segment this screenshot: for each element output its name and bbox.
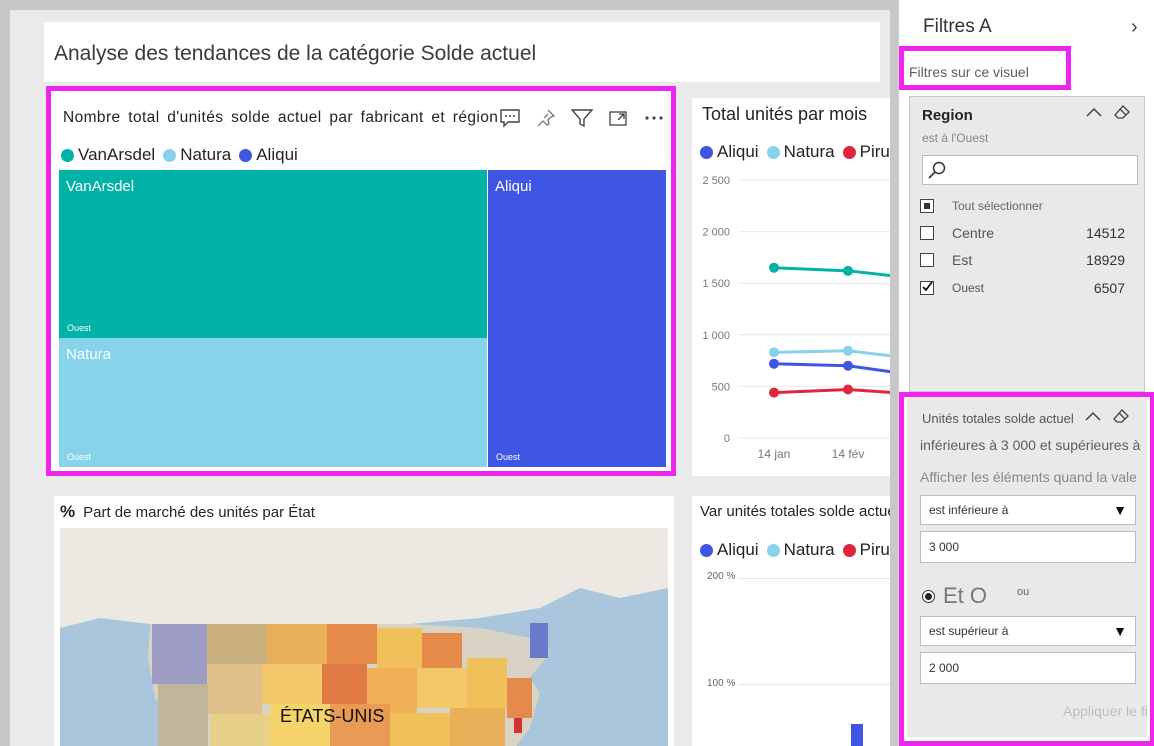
select-all-option[interactable]: Tout sélectionner [920, 199, 1125, 213]
legend-item[interactable]: Pirum [842, 540, 890, 560]
series-line-pirum[interactable] [773, 387, 890, 395]
checkbox[interactable] [920, 253, 934, 267]
map-title: % Part de marché des unités par État [60, 502, 315, 521]
focus-mode-icon[interactable] [605, 105, 631, 131]
data-point[interactable] [843, 345, 853, 356]
region-filter-title: Region [922, 107, 973, 124]
legend-dot [766, 543, 780, 557]
line-chart-visual[interactable]: Total unités par mois Aliqui Natura Piru… [692, 98, 890, 476]
var-y-tick: 200 % [707, 571, 736, 582]
filter-icon[interactable] [569, 105, 595, 131]
legend-dot [239, 148, 253, 162]
gridline [738, 578, 890, 579]
comment-icon[interactable] [497, 105, 523, 131]
filled-map[interactable]: ÉTATS-UNIS [60, 528, 668, 746]
treemap-tile-aliqui[interactable]: Aliqui Ouest [487, 170, 666, 467]
data-point[interactable] [769, 358, 779, 369]
region-filter-card[interactable]: Region est à l'Ouest Tout sélectionner C… [909, 96, 1145, 392]
legend-item[interactable]: Aliqui [700, 540, 759, 560]
legend-dot [700, 543, 713, 557]
var-chart-visual[interactable]: Var unités totales solde actuel 9 Aliqui… [692, 496, 890, 746]
visual-header-icons [497, 105, 667, 131]
map-visual[interactable]: % Part de marché des unités par État ÉTA… [54, 496, 674, 746]
region-option-ouest[interactable]: Ouest 6507 [920, 280, 1125, 296]
legend-item[interactable]: VanArsdel [61, 145, 155, 165]
dropdown-arrow-icon: ▼ [1113, 502, 1127, 518]
data-point[interactable] [843, 384, 853, 395]
treemap-legend: VanArsdel Natura Aliqui [61, 145, 298, 165]
clear-filter-eraser-icon[interactable] [1113, 409, 1129, 428]
checkbox-checked[interactable] [920, 281, 934, 295]
value1-input[interactable]: 3 000 [920, 531, 1136, 563]
checkbox[interactable] [920, 226, 934, 240]
show-items-label: Afficher les éléments quand la vale [920, 469, 1137, 485]
series-line-vanarsdel[interactable] [773, 266, 890, 279]
clear-filter-eraser-icon[interactable] [1114, 105, 1130, 124]
legend-dot [842, 543, 856, 557]
condition2-dropdown[interactable]: est supérieur à ▼ [920, 616, 1136, 646]
visual-filters-heading: Filtres sur ce visuel [909, 64, 1029, 80]
region-filter-summary: est à l'Ouest [922, 131, 989, 145]
units-filter-summary: inférieures à 3 000 et supérieures à [920, 437, 1141, 453]
apply-filter-button[interactable]: Appliquer le fi [1063, 703, 1148, 719]
or-radio-label[interactable]: ou [1017, 586, 1029, 598]
x-tick-label: 14 fév [832, 447, 865, 461]
percent-icon: % [60, 502, 76, 521]
units-filter-card[interactable]: Unités totales solde actuel inférieures … [907, 397, 1148, 737]
var-chart-title: Var unités totales solde actuel 9 [700, 503, 890, 520]
pin-icon[interactable] [533, 105, 559, 131]
region-option-est[interactable]: Est 18929 [920, 252, 1125, 268]
y-tick-label: 2 500 [702, 175, 730, 187]
data-point[interactable] [769, 262, 779, 273]
data-point[interactable] [769, 387, 779, 398]
line-chart-plot: 2 500 2 000 1 500 1 000 500 0 14 jan 14 fév [702, 175, 890, 461]
search-icon [928, 161, 946, 179]
dropdown-arrow-icon: ▼ [1113, 623, 1127, 639]
treemap-tile-natura[interactable]: Natura Ouest [59, 338, 487, 467]
data-point[interactable] [769, 347, 779, 358]
legend-dot [163, 148, 177, 162]
var-bar[interactable] [851, 724, 863, 746]
filter-pane: Filtres A › Filtres sur ce visuel Region… [898, 0, 1154, 746]
legend-item[interactable]: Natura [766, 540, 835, 560]
condition1-dropdown[interactable]: est inférieure à ▼ [920, 495, 1136, 525]
var-chart-legend: Aliqui Natura Pirum [700, 540, 890, 560]
more-options-icon[interactable] [641, 105, 667, 131]
treemap-tile-vanarsdel[interactable]: VanArsdel Ouest [59, 170, 487, 338]
legend-item[interactable]: Aliqui [239, 145, 298, 165]
select-all-checkbox[interactable] [920, 199, 934, 213]
y-tick-label: 500 [712, 381, 730, 393]
units-filter-title: Unités totales solde actuel [922, 411, 1074, 426]
region-search-input[interactable] [922, 155, 1138, 185]
collapse-chevron-up-icon[interactable] [1086, 105, 1102, 124]
filter-card-actions [1085, 409, 1129, 428]
page-title: Analyse des tendances de la catégorie So… [54, 42, 537, 65]
treemap-title: Nombre total d'unités solde actuel par f… [63, 109, 499, 126]
data-point[interactable] [843, 265, 853, 276]
legend-dot [61, 148, 74, 162]
y-tick-label: 0 [724, 433, 730, 445]
var-y-tick: 100 % [707, 678, 736, 689]
filter-pane-title: Filtres A [923, 16, 992, 37]
y-tick-label: 1 000 [702, 330, 730, 342]
y-tick-label: 2 000 [702, 227, 730, 239]
gridline [738, 684, 890, 685]
and-or-radio-group: Et O ou [922, 583, 1029, 609]
collapse-chevron-up-icon[interactable] [1085, 409, 1101, 428]
value2-input[interactable]: 2 000 [920, 652, 1136, 684]
data-point[interactable] [843, 360, 853, 371]
and-radio[interactable] [922, 589, 935, 603]
x-tick-label: 14 jan [758, 447, 791, 461]
filter-card-actions [1086, 105, 1130, 124]
series-line-aliqui[interactable] [773, 362, 890, 376]
treemap-visual[interactable]: Nombre total d'unités solde actuel par f… [51, 91, 671, 471]
y-tick-label: 1 500 [702, 278, 730, 290]
collapse-pane-icon[interactable]: › [1131, 16, 1138, 39]
series-line-natura[interactable] [773, 349, 890, 360]
map-country-label: ÉTATS-UNIS [280, 706, 385, 726]
region-option-centre[interactable]: Centre 14512 [920, 225, 1125, 241]
page-title-card: Analyse des tendances de la catégorie So… [44, 22, 880, 82]
legend-item[interactable]: Natura [163, 145, 231, 165]
